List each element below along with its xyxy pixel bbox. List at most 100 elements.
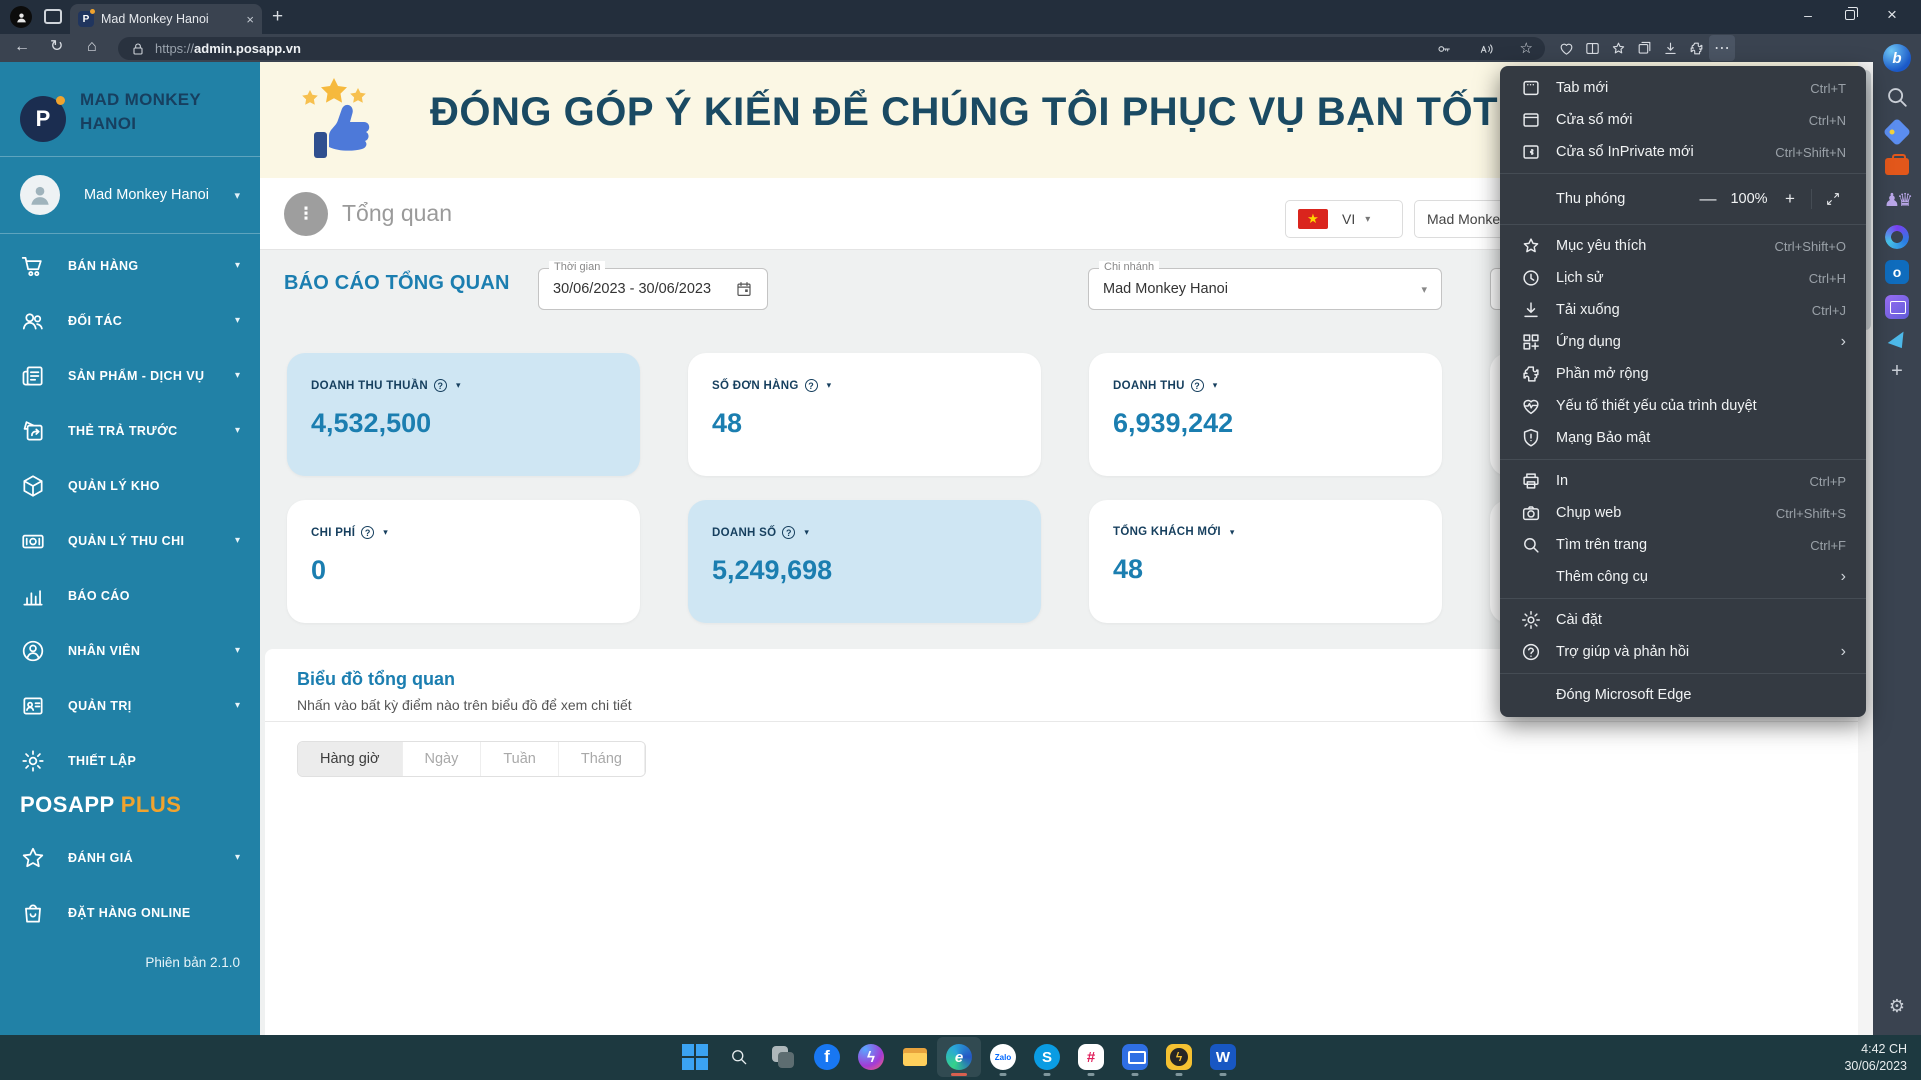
menu-item[interactable]: Đóng Microsoft Edge [1500, 679, 1866, 711]
window-minimize-button[interactable]: – [1787, 0, 1829, 30]
chart-tab[interactable]: Tháng [559, 742, 645, 776]
taskbar-clock[interactable]: 4:42 CH 30/06/2023 [1844, 1041, 1907, 1075]
menu-item[interactable]: Trợ giúp và phản hồi › [1500, 636, 1866, 668]
rail-settings-gear-icon[interactable]: ⚙ [1873, 996, 1921, 1017]
split-screen-icon[interactable] [1579, 35, 1605, 61]
sidebar-nav-item[interactable]: QUẢN LÝ KHO [0, 458, 260, 513]
taskbar-app-icon[interactable] [673, 1037, 717, 1077]
kpi-card[interactable]: SỐ ĐƠN HÀNG ? ▾ 48 [688, 353, 1041, 476]
zoom-in-button[interactable]: + [1777, 186, 1803, 212]
sidebar-nav-item[interactable]: BÁO CÁO [0, 568, 260, 623]
password-key-icon[interactable] [1436, 41, 1452, 57]
downloads-icon[interactable] [1657, 35, 1683, 61]
chart-tab[interactable]: Tuần [481, 742, 559, 776]
taskbar-app-icon[interactable]: f [805, 1037, 849, 1077]
date-range-input[interactable]: Thời gian 30/06/2023 - 30/06/2023 [538, 268, 768, 310]
chevron-down-icon[interactable]: ▾ [456, 380, 461, 391]
info-icon[interactable]: ? [434, 379, 447, 392]
menu-item[interactable]: Mạng Bảo mật [1500, 422, 1866, 454]
outlook-icon[interactable]: o [1885, 260, 1909, 284]
menu-item[interactable]: Phần mở rộng [1500, 358, 1866, 390]
taskbar-app-icon[interactable] [1113, 1037, 1157, 1077]
tools-icon[interactable] [1885, 158, 1909, 175]
collections-icon[interactable] [1631, 35, 1657, 61]
extensions-icon[interactable] [1683, 35, 1709, 61]
menu-item[interactable]: Lịch sử Ctrl+H [1500, 262, 1866, 294]
back-button[interactable]: ← [14, 39, 30, 55]
sidebar-nav-item[interactable]: SẢN PHẨM - DỊCH VỤ ▾ [0, 348, 260, 403]
taskbar-app-icon[interactable]: ϟ [849, 1037, 893, 1077]
chevron-down-icon[interactable]: ▾ [383, 527, 388, 538]
info-icon[interactable]: ? [805, 379, 818, 392]
sidebar-nav-item[interactable]: THẺ TRẢ TRƯỚC ▾ [0, 403, 260, 458]
plus-icon[interactable]: + [1883, 357, 1911, 385]
home-button[interactable]: ⌂ [87, 39, 97, 55]
taskbar-app-icon[interactable]: ϟ [1157, 1037, 1201, 1077]
fullscreen-icon[interactable] [1820, 186, 1846, 212]
favorites-icon[interactable] [1605, 35, 1631, 61]
sidebar-nav-item[interactable]: QUẢN TRỊ ▾ [0, 678, 260, 733]
window-close-button[interactable]: × [1871, 0, 1913, 30]
menu-item[interactable]: Yếu tố thiết yếu của trình duyệt [1500, 390, 1866, 422]
sidebar-nav-item[interactable]: NHÂN VIÊN ▾ [0, 623, 260, 678]
taskbar-app-icon[interactable]: e [937, 1037, 981, 1077]
branch-select[interactable]: Chi nhánh Mad Monkey Hanoi ▾ [1088, 268, 1442, 310]
info-icon[interactable]: ? [1191, 379, 1204, 392]
taskbar-app-icon[interactable]: S [1025, 1037, 1069, 1077]
chevron-down-icon[interactable]: ▾ [827, 380, 832, 391]
chart-tab[interactable]: Ngày [403, 742, 482, 776]
menu-item[interactable]: Thêm công cụ › [1500, 561, 1866, 593]
sidebar-nav-item[interactable]: BÁN HÀNG ▾ [0, 238, 260, 293]
menu-item[interactable]: Cài đặt [1500, 604, 1866, 636]
more-menu-button[interactable]: ⋯ [1709, 35, 1735, 61]
taskbar-app-icon[interactable]: Zalo [981, 1037, 1025, 1077]
taskbar-app-icon[interactable] [717, 1037, 761, 1077]
zoom-out-button[interactable]: — [1695, 186, 1721, 212]
drop-icon[interactable] [1887, 328, 1907, 348]
copilot-icon[interactable]: b [1883, 44, 1911, 72]
taskbar-app-icon[interactable]: W [1201, 1037, 1245, 1077]
taskbar-app-icon[interactable] [893, 1037, 937, 1077]
refresh-button[interactable]: ↻ [50, 39, 63, 55]
menu-item[interactable]: Chụp web Ctrl+Shift+S [1500, 497, 1866, 529]
kpi-card[interactable]: DOANH THU THUẦN ? ▾ 4,532,500 [287, 353, 640, 476]
add-favorite-star-icon[interactable]: ☆ [1520, 41, 1533, 56]
taskbar-app-icon[interactable] [761, 1037, 805, 1077]
menu-item[interactable]: Tab mới Ctrl+T [1500, 72, 1866, 104]
kpi-card[interactable]: DOANH THU ? ▾ 6,939,242 [1089, 353, 1442, 476]
tab-close-icon[interactable]: × [246, 13, 254, 26]
language-selector[interactable]: ★ VI ▾ [1285, 200, 1403, 238]
taskbar-app-icon[interactable]: # [1069, 1037, 1113, 1077]
calendar-icon[interactable] [735, 280, 753, 298]
sidebar-nav-item[interactable]: ĐẶT HÀNG ONLINE [0, 885, 260, 940]
menu-item[interactable]: Cửa sổ mới Ctrl+N [1500, 104, 1866, 136]
chevron-down-icon[interactable]: ▾ [1213, 380, 1218, 391]
kpi-card[interactable]: DOANH SỐ ? ▾ 5,249,698 [688, 500, 1041, 623]
window-restore-button[interactable] [1829, 0, 1871, 30]
chevron-down-icon[interactable]: ▾ [804, 527, 809, 538]
info-icon[interactable]: ? [361, 526, 374, 539]
info-icon[interactable]: ? [782, 526, 795, 539]
search-icon[interactable] [1883, 83, 1911, 111]
chevron-down-icon[interactable]: ▾ [1230, 527, 1235, 538]
read-aloud-icon[interactable] [1478, 41, 1494, 57]
menu-item[interactable]: In Ctrl+P [1500, 465, 1866, 497]
menu-item[interactable]: Tải xuống Ctrl+J [1500, 294, 1866, 326]
browser-profile-avatar[interactable] [10, 6, 32, 28]
browser-tab[interactable]: P Mad Monkey Hanoi × [70, 4, 262, 34]
chart-tab[interactable]: Hàng giờ [298, 742, 403, 776]
menu-item[interactable]: Ứng dụng › [1500, 326, 1866, 358]
kpi-card[interactable]: CHI PHÍ ? ▾ 0 [287, 500, 640, 623]
designer-icon[interactable] [1885, 295, 1909, 319]
tab-actions-icon[interactable] [44, 9, 62, 24]
sidebar-nav-item[interactable]: QUẢN LÝ THU CHI ▾ [0, 513, 260, 568]
sidebar-nav-item[interactable]: ĐỐI TÁC ▾ [0, 293, 260, 348]
games-icon[interactable]: ♟♛ [1883, 186, 1911, 214]
sidebar-nav-item[interactable]: THIẾT LẬP [0, 733, 260, 788]
new-tab-button[interactable]: + [272, 7, 283, 26]
address-bar[interactable]: https://admin.posapp.vn ☆ [118, 37, 1545, 60]
sidebar-nav-item[interactable]: ĐÁNH GIÁ ▾ [0, 830, 260, 885]
tag-icon[interactable] [1883, 118, 1911, 146]
lock-icon[interactable] [130, 41, 146, 57]
m365-icon[interactable] [1885, 225, 1909, 249]
